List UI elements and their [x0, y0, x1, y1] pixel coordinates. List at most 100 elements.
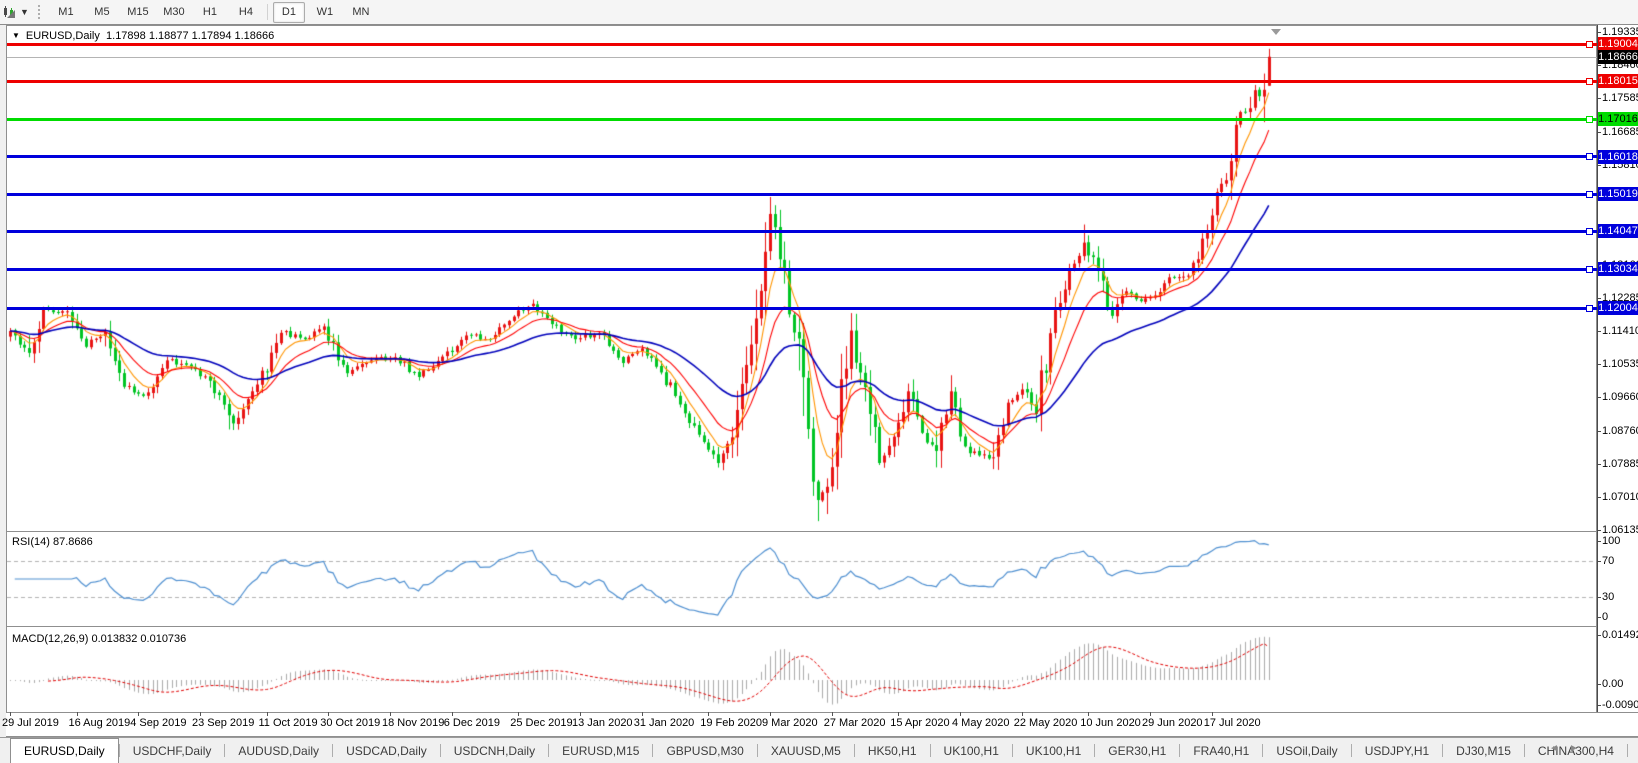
- date-tick-mark: [452, 712, 453, 716]
- sr-level-line[interactable]: [7, 307, 1597, 310]
- macd-indicator-label: MACD(12,26,9) 0.013832 0.010736: [12, 633, 186, 645]
- price-tick-label: 1.07010: [1602, 491, 1638, 503]
- sr-level-handle[interactable]: [1586, 116, 1593, 123]
- date-tick-mark: [898, 712, 899, 716]
- sr-level-handle[interactable]: [1586, 41, 1593, 48]
- tab-item-xauusd-m5[interactable]: XAUUSD,M5: [758, 738, 854, 763]
- price-tick-label: 1.07885: [1602, 458, 1638, 470]
- timeframe-button-m30[interactable]: M30: [158, 2, 190, 23]
- tab-item-dj30-m15[interactable]: DJ30,M15: [1443, 738, 1524, 763]
- date-label: 27 Mar 2020: [824, 717, 886, 729]
- price-tick-label: 1.10535: [1602, 358, 1638, 370]
- tab-item-uk100-h1[interactable]: UK100,H1: [1013, 738, 1094, 763]
- sr-level-handle[interactable]: [1586, 191, 1593, 198]
- sr-level-handle[interactable]: [1586, 153, 1593, 160]
- date-tick-mark: [832, 712, 833, 716]
- macd-scale-label: 0.00: [1602, 678, 1623, 690]
- tab-item-usdchf-daily[interactable]: USDCHF,Daily: [120, 738, 225, 763]
- sr-level-line[interactable]: [7, 155, 1597, 158]
- tab-item-fra40-h1[interactable]: FRA40,H1: [1180, 738, 1262, 763]
- tab-item-eurusd-m15[interactable]: EURUSD,M15: [549, 738, 652, 763]
- chart-title-collapse-icon[interactable]: ▼: [12, 31, 20, 40]
- sr-level-line[interactable]: [7, 193, 1597, 196]
- price-tick-label: 1.19335: [1602, 26, 1638, 38]
- macd-canvas[interactable]: [7, 628, 1596, 711]
- date-label: 25 Dec 2019: [510, 717, 572, 729]
- date-label: 31 Jan 2020: [634, 717, 695, 729]
- date-label: 9 Mar 2020: [762, 717, 818, 729]
- date-tick-mark: [138, 712, 139, 716]
- price-tick-label: 1.17585: [1602, 92, 1638, 104]
- date-label: 15 Apr 2020: [890, 717, 949, 729]
- price-tick-mark: [1597, 132, 1601, 133]
- macd-tick-mark: [1597, 705, 1601, 706]
- tab-item-usdcnh-daily[interactable]: USDCNH,Daily: [441, 738, 548, 763]
- sr-level-handle[interactable]: [1586, 266, 1593, 273]
- tab-scroll-left-icon[interactable]: ◄: [1549, 743, 1559, 754]
- date-label: 19 Feb 2020: [700, 717, 762, 729]
- chart-tool-dropdown-caret[interactable]: ▼: [20, 7, 29, 17]
- date-tick-mark: [77, 712, 78, 716]
- tab-item-ger30-h1[interactable]: GER30,H1: [1095, 738, 1179, 763]
- sr-level-price-label: 1.17016: [1598, 112, 1638, 126]
- rsi-scale-label: 30: [1602, 591, 1614, 603]
- sr-level-line[interactable]: [7, 118, 1597, 121]
- toolbar-drag-handle[interactable]: [37, 4, 42, 20]
- price-tick-mark: [1597, 165, 1601, 166]
- sr-level-handle[interactable]: [1586, 78, 1593, 85]
- price-tick-mark: [1597, 298, 1601, 299]
- timeframe-button-w1[interactable]: W1: [309, 2, 341, 23]
- timeframe-button-m5[interactable]: M5: [86, 2, 118, 23]
- price-tick-label: 1.11410: [1602, 325, 1638, 337]
- price-tick-mark: [1597, 98, 1601, 99]
- date-label: 23 Sep 2019: [192, 717, 254, 729]
- sr-level-handle[interactable]: [1586, 305, 1593, 312]
- rsi-canvas[interactable]: [7, 533, 1596, 626]
- main-chart-canvas[interactable]: [7, 27, 1596, 530]
- rsi-tick-mark: [1597, 541, 1601, 542]
- timeframe-button-d1[interactable]: D1: [273, 2, 305, 23]
- date-label: 10 Jun 2020: [1080, 717, 1141, 729]
- sr-level-price-label: 1.15019: [1598, 187, 1638, 201]
- tab-item-eurusd-daily[interactable]: EURUSD,Daily: [10, 738, 119, 763]
- tab-item-audusd-daily[interactable]: AUDUSD,Daily: [225, 738, 332, 763]
- sr-level-line[interactable]: [7, 230, 1597, 233]
- date-tick-mark: [708, 712, 709, 716]
- chart-tab-bar: EURUSD,DailyUSDCHF,DailyAUDUSD,DailyUSDC…: [0, 737, 1638, 763]
- date-tick-mark: [1212, 712, 1213, 716]
- tab-item-uk100-h1[interactable]: UK100,H1: [931, 738, 1012, 763]
- date-label: 18 Nov 2019: [382, 717, 444, 729]
- date-tick-mark: [1022, 712, 1023, 716]
- tab-item-usdcad-daily[interactable]: USDCAD,Daily: [333, 738, 440, 763]
- chart-tool-icon[interactable]: [0, 3, 18, 21]
- timeframe-button-mn[interactable]: MN: [345, 2, 377, 23]
- sr-level-price-label: 1.18015: [1598, 74, 1638, 88]
- timeframe-button-h4[interactable]: H4: [230, 2, 262, 23]
- timeframe-button-h1[interactable]: H1: [194, 2, 226, 23]
- tab-item-hk50-h1[interactable]: HK50,H1: [855, 738, 930, 763]
- tab-item-usdjpy-h1[interactable]: USDJPY,H1: [1352, 738, 1442, 763]
- timeframe-button-m1[interactable]: M1: [50, 2, 82, 23]
- tab-item-usoil-daily[interactable]: USOil,Daily: [1263, 738, 1350, 763]
- tab-scroll-right-icon[interactable]: ►: [1569, 743, 1579, 754]
- rsi-tick-mark: [1597, 617, 1601, 618]
- date-label: 13 Jan 2020: [572, 717, 633, 729]
- sr-level-price-label: 1.14047: [1598, 224, 1638, 238]
- price-tick-mark: [1597, 364, 1601, 365]
- price-tick-mark: [1597, 65, 1601, 66]
- sr-level-line[interactable]: [7, 43, 1597, 46]
- sr-level-handle[interactable]: [1586, 228, 1593, 235]
- rsi-tick-mark: [1597, 561, 1601, 562]
- date-tick-mark: [1150, 712, 1151, 716]
- sr-level-line[interactable]: [7, 268, 1597, 271]
- tab-item-gbpusd-m30[interactable]: GBPUSD,M30: [653, 738, 756, 763]
- date-label: 4 May 2020: [952, 717, 1009, 729]
- date-label: 29 Jun 2020: [1142, 717, 1203, 729]
- price-tick-mark: [1597, 431, 1601, 432]
- date-label: 29 Jul 2019: [2, 717, 59, 729]
- timeframe-button-m15[interactable]: M15: [122, 2, 154, 23]
- sr-level-line[interactable]: [7, 80, 1597, 83]
- date-tick-mark: [518, 712, 519, 716]
- date-label: 11 Oct 2019: [259, 717, 318, 729]
- chart-shift-marker[interactable]: [1271, 29, 1281, 35]
